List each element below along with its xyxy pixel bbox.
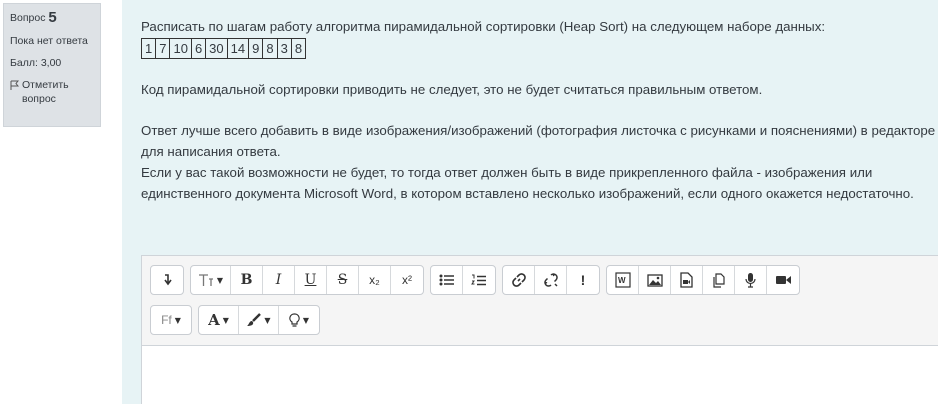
- record-audio-button[interactable]: [735, 266, 767, 294]
- strikethrough-button[interactable]: S: [327, 266, 359, 294]
- font-color-button[interactable]: A ▼: [199, 306, 239, 334]
- question-intro: Расписать по шагам работу алгоритма пира…: [141, 19, 826, 34]
- unlink-button[interactable]: [535, 266, 567, 294]
- video-camera-icon: [775, 276, 791, 284]
- chevron-down-icon: ▼: [302, 315, 310, 325]
- superscript-icon: x²: [402, 273, 412, 287]
- lightbulb-icon: [289, 312, 300, 327]
- background-color-button[interactable]: ▼: [239, 306, 279, 334]
- flag-question-link[interactable]: Отметить вопрос: [10, 78, 94, 106]
- chevron-down-icon: ▼: [222, 315, 229, 325]
- toolbar-group-links: !: [502, 265, 600, 295]
- array-cell: 9: [248, 38, 264, 59]
- flag-question-label: Отметить вопрос: [22, 79, 69, 105]
- copy-files-icon: [713, 272, 725, 288]
- underline-button[interactable]: U: [295, 266, 327, 294]
- chevron-down-icon: ▼: [216, 275, 224, 285]
- subscript-button[interactable]: x₂: [359, 266, 391, 294]
- flag-icon: [10, 80, 19, 90]
- font-family-button[interactable]: Ff ▼: [151, 306, 191, 334]
- array-cell: 30: [205, 38, 228, 59]
- question-status: Пока нет ответа: [10, 35, 88, 47]
- word-import-button[interactable]: W: [607, 266, 639, 294]
- answer-hint-2: Если у вас такой возможности не будет, т…: [141, 165, 914, 201]
- link-icon: [511, 273, 526, 287]
- paint-brush-icon: [247, 313, 262, 326]
- answer-hint-1: Ответ лучше всего добавить в виде изобра…: [141, 123, 936, 159]
- strikethrough-icon: S: [337, 272, 348, 288]
- toolbar-group-media: W: [606, 265, 800, 295]
- superscript-button[interactable]: x²: [391, 266, 423, 294]
- manage-files-button[interactable]: [703, 266, 735, 294]
- collapse-toolbar-button[interactable]: [151, 266, 183, 294]
- arrow-down-icon: [164, 274, 172, 286]
- media-file-icon: [680, 272, 693, 288]
- record-video-button[interactable]: [767, 266, 799, 294]
- toolbar-group-fontfamily: Ff ▼: [150, 305, 192, 335]
- italic-button[interactable]: I: [263, 266, 295, 294]
- microphone-icon: [745, 273, 756, 288]
- link-button[interactable]: [503, 266, 535, 294]
- important-button[interactable]: !: [567, 266, 599, 294]
- answer-editor: ▼ B I U S x₂ x² ! W Ff ▼ A ▼ ▼ ▼: [141, 255, 938, 404]
- image-icon: [646, 273, 663, 287]
- insert-media-button[interactable]: [671, 266, 703, 294]
- array-cell: 8: [262, 38, 278, 59]
- toolbar-group-colors: A ▼ ▼ ▼: [198, 305, 320, 335]
- array-cell: 10: [169, 38, 192, 59]
- array-cell: 7: [155, 38, 171, 59]
- array-cell: 1: [140, 38, 157, 59]
- underline-icon: U: [304, 272, 317, 288]
- font-family-icon: Ff: [161, 313, 172, 327]
- bulleted-list-icon: [439, 274, 454, 286]
- bold-button[interactable]: B: [231, 266, 263, 294]
- toolbar-row-2: Ff ▼ A ▼ ▼ ▼: [150, 305, 938, 339]
- question-number: Вопрос 5: [10, 10, 94, 26]
- toolbar-group-format: ▼ B I U S x₂ x²: [190, 265, 424, 295]
- question-note: Код пирамидальной сортировки приводить н…: [141, 82, 763, 97]
- toolbar-group-lists: [430, 265, 496, 295]
- svg-text:W: W: [618, 276, 626, 285]
- word-icon: W: [614, 272, 631, 288]
- array-cell: 8: [290, 38, 307, 59]
- array-cell: 14: [226, 38, 250, 59]
- question-info: Вопрос 5 Пока нет ответа Балл: 3,00 Отме…: [3, 3, 101, 127]
- subscript-icon: x₂: [369, 273, 380, 287]
- toolbar-row-1: ▼ B I U S x₂ x² ! W: [150, 265, 938, 299]
- answer-text-area[interactable]: [142, 345, 938, 404]
- bold-icon: B: [240, 272, 253, 288]
- insert-image-button[interactable]: [639, 266, 671, 294]
- chevron-down-icon: ▼: [174, 315, 181, 325]
- exclamation-icon: !: [580, 272, 586, 288]
- paragraph-style-button[interactable]: ▼: [191, 266, 231, 294]
- toolbar-group-collapse: [150, 265, 184, 295]
- array-cell: 3: [276, 38, 292, 59]
- numbered-list-button[interactable]: [463, 266, 495, 294]
- bulleted-list-button[interactable]: [431, 266, 463, 294]
- italic-icon: I: [275, 272, 282, 288]
- array-cell: 6: [190, 38, 207, 59]
- numbered-list-icon: [471, 274, 486, 285]
- more-options-button[interactable]: ▼: [279, 306, 319, 334]
- data-array-table: 1 7 10 6 30 14 9 8 3 8: [140, 38, 307, 59]
- question-score: Балл: 3,00: [10, 57, 62, 69]
- editor-toolbar: ▼ B I U S x₂ x² ! W Ff ▼ A ▼ ▼ ▼: [142, 256, 938, 339]
- question-number-value: 5: [48, 9, 57, 26]
- chevron-down-icon: ▼: [264, 315, 271, 325]
- paragraph-style-icon: [198, 274, 213, 286]
- unlink-icon: [543, 273, 558, 287]
- font-color-icon: A: [208, 311, 220, 329]
- question-label: Вопрос: [10, 12, 46, 24]
